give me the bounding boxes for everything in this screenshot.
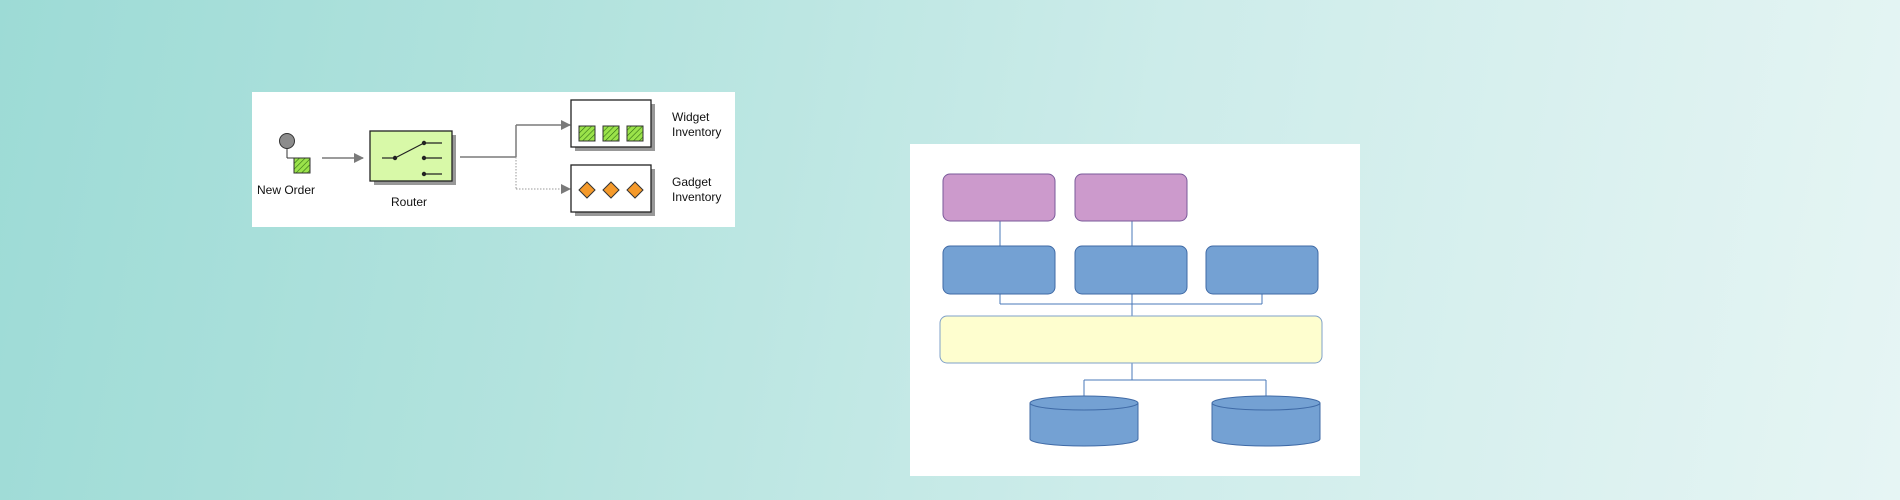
new-order-label: New Order (257, 183, 315, 197)
middle-layer-box-3 (1205, 245, 1319, 295)
middle-layer-box-1 (942, 245, 1056, 295)
middle-layer-box-2 (1074, 245, 1188, 295)
route-lines (460, 120, 571, 194)
widget-item-icon (578, 125, 596, 142)
integration-bus (939, 315, 1323, 364)
new-order-message-icon (279, 133, 311, 174)
layered-architecture-diagram (910, 144, 1360, 476)
router-icon (369, 130, 456, 185)
widget-inventory-label: Widget Inventory (672, 110, 721, 139)
widget-item-icon (626, 125, 644, 142)
database-icon-1 (1029, 395, 1139, 447)
widget-inventory-queue (570, 99, 655, 151)
widget-item-icon (602, 125, 620, 142)
top-layer-box-1 (942, 173, 1056, 222)
top-layer-box-2 (1074, 173, 1188, 222)
database-icon-2 (1211, 395, 1321, 447)
gadget-inventory-label: Gadget Inventory (672, 175, 721, 204)
gadget-inventory-queue (570, 164, 655, 216)
router-label: Router (391, 195, 427, 209)
content-based-router-diagram: New Order Router Widget Inventory Gadget… (252, 92, 735, 227)
